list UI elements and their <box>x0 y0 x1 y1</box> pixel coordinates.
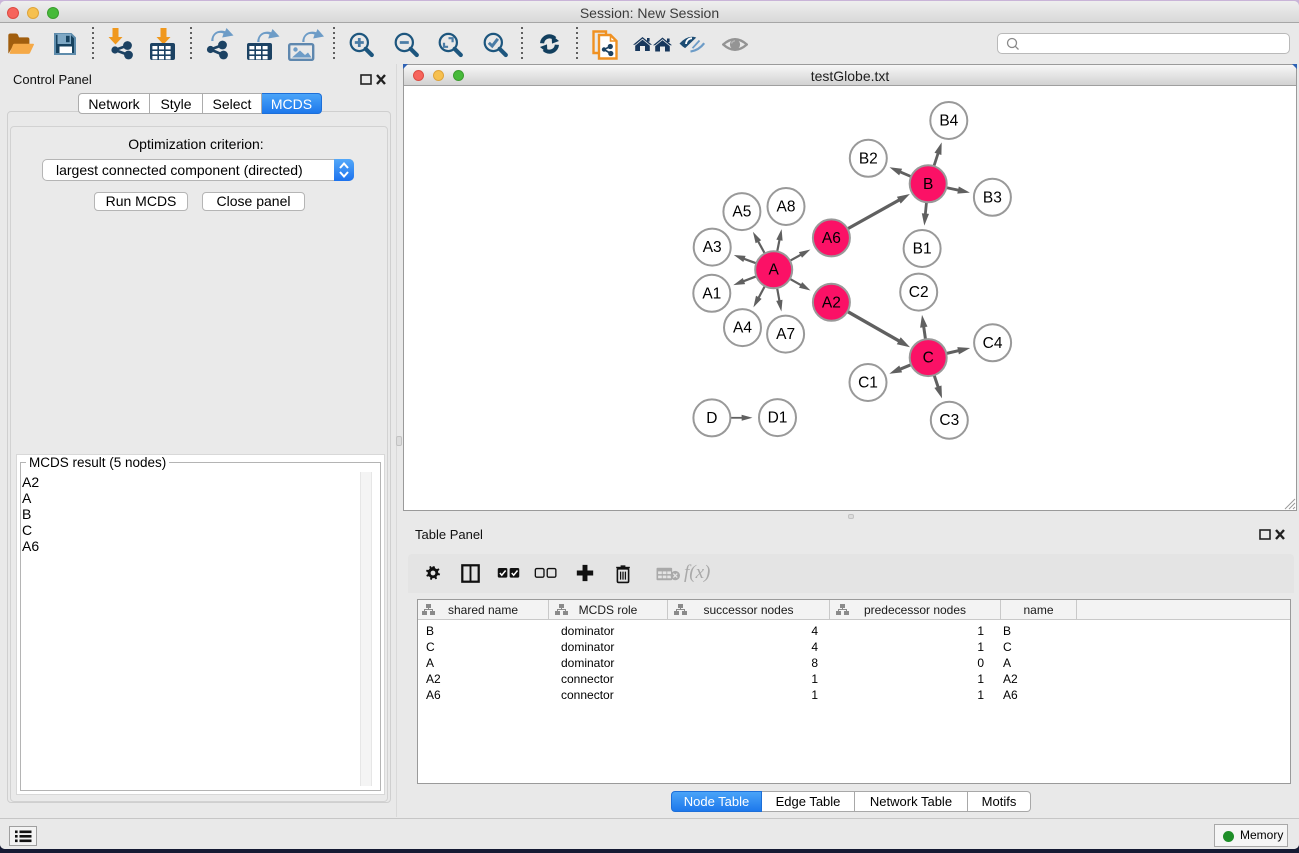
svg-text:C2: C2 <box>909 284 929 301</box>
svg-text:B4: B4 <box>939 113 958 130</box>
svg-text:A2: A2 <box>822 294 841 311</box>
svg-text:A8: A8 <box>777 199 796 216</box>
svg-text:D1: D1 <box>768 410 788 427</box>
svg-text:B3: B3 <box>983 189 1002 206</box>
svg-text:C3: C3 <box>939 412 959 429</box>
svg-text:A3: A3 <box>703 239 722 256</box>
svg-text:B: B <box>923 176 933 193</box>
svg-text:B2: B2 <box>859 150 878 167</box>
svg-text:A5: A5 <box>732 204 751 221</box>
svg-text:C4: C4 <box>983 335 1003 352</box>
svg-text:A4: A4 <box>733 320 752 337</box>
svg-text:A6: A6 <box>822 230 841 247</box>
svg-text:D: D <box>706 410 717 427</box>
svg-text:B1: B1 <box>913 241 932 258</box>
svg-text:A7: A7 <box>776 326 795 343</box>
svg-text:A1: A1 <box>702 285 721 302</box>
svg-text:C1: C1 <box>858 375 878 392</box>
svg-text:C: C <box>923 350 934 367</box>
svg-text:A: A <box>769 262 780 279</box>
